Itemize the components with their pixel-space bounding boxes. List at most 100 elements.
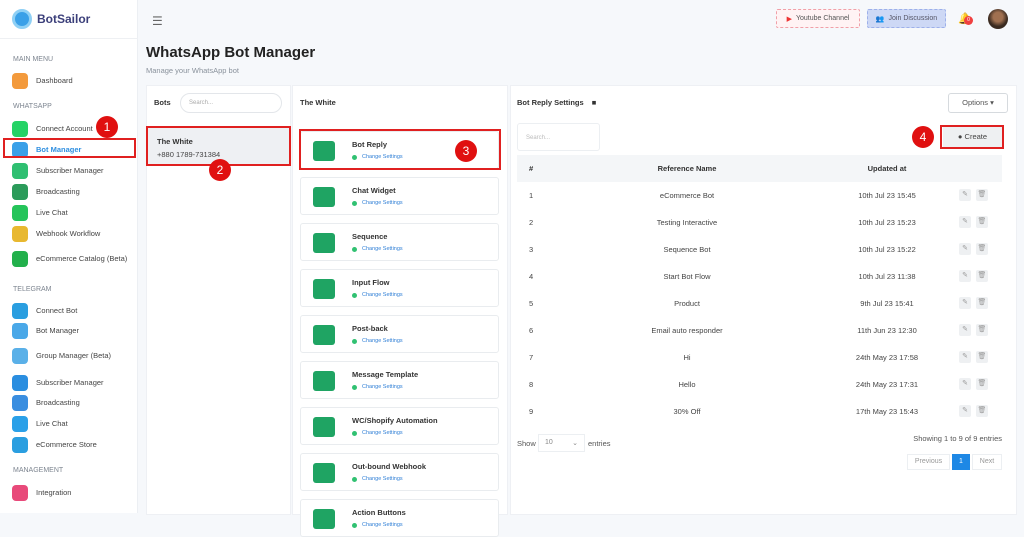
edit-icon[interactable]: ✎	[959, 324, 971, 336]
trash-icon[interactable]: 🗑	[976, 216, 988, 228]
sidebar-section-title: MAIN MENU	[13, 56, 54, 63]
feature-card-sequence[interactable]: Sequence Change Settings	[300, 223, 499, 261]
change-settings-link[interactable]: Change Settings	[352, 292, 403, 298]
col-number[interactable]: #	[529, 155, 533, 182]
sidebar-item-bot-manager[interactable]: Bot Manager	[12, 322, 134, 340]
edit-icon[interactable]: ✎	[959, 297, 971, 309]
settings-title-wrap: Bot Reply Settings ■	[517, 98, 596, 107]
youtube-channel-button[interactable]: ▶ Youtube Channel	[776, 9, 860, 28]
sidebar-item-label: Broadcasting	[36, 398, 80, 407]
menu-item-icon	[12, 226, 28, 242]
bots-search-input[interactable]: Search...	[180, 93, 282, 113]
sidebar-item-label: Connect Bot	[36, 306, 78, 315]
sidebar-item-label: Subscriber Manager	[36, 166, 104, 175]
join-discussion-button[interactable]: 👥 Join Discussion	[867, 9, 946, 28]
change-settings-link[interactable]: Change Settings	[352, 246, 403, 252]
change-settings-link[interactable]: Change Settings	[352, 522, 403, 528]
trash-icon[interactable]: 🗑	[976, 297, 988, 309]
trash-icon[interactable]: 🗑	[976, 324, 988, 336]
brand-logo[interactable]: BotSailor	[12, 9, 90, 29]
feature-card-action-buttons[interactable]: Action Buttons Change Settings	[300, 499, 499, 537]
sidebar-item-live-chat[interactable]: Live Chat	[12, 204, 134, 222]
row-reference-name: Hi	[683, 353, 691, 362]
row-number: 5	[529, 299, 534, 308]
row-updated-at: 10th Jul 23 15:22	[858, 245, 916, 254]
sidebar-item-group-manager-beta[interactable]: Group Manager (Beta)	[12, 343, 134, 369]
sidebar-section-title: TELEGRAM	[13, 286, 52, 293]
change-settings-link[interactable]: Change Settings	[352, 338, 403, 344]
previous-button[interactable]: Previous	[907, 454, 950, 470]
menu-item-icon	[12, 323, 28, 339]
trash-icon[interactable]: 🗑	[976, 243, 988, 255]
edit-icon[interactable]: ✎	[959, 270, 971, 282]
edit-icon[interactable]: ✎	[959, 405, 971, 417]
sidebar-item-broadcasting[interactable]: Broadcasting	[12, 394, 134, 412]
change-settings-label: Change Settings	[362, 384, 403, 390]
col-updated-at[interactable]: Updated at	[837, 155, 937, 182]
edit-icon[interactable]: ✎	[959, 216, 971, 228]
menu-toggle-icon[interactable]: ☰	[152, 14, 163, 28]
entries-select[interactable]: 10 ⌄	[538, 434, 585, 452]
feature-card-post-back[interactable]: Post-back Change Settings	[300, 315, 499, 353]
trash-icon[interactable]: 🗑	[976, 351, 988, 363]
bots-label: Bots	[154, 98, 171, 107]
edit-icon[interactable]: ✎	[959, 243, 971, 255]
change-settings-label: Change Settings	[362, 338, 403, 344]
menu-item-icon	[12, 416, 28, 432]
status-dot	[352, 338, 357, 344]
users-icon: 👥	[875, 15, 885, 23]
sidebar-item-webhook-workflow[interactable]: Webhook Workflow	[12, 225, 134, 243]
avatar[interactable]	[988, 9, 1008, 29]
table-row: 5 Product 9th Jul 23 15:41 ✎ 🗑	[517, 290, 1002, 317]
video-icon[interactable]: ■	[592, 98, 597, 107]
row-number: 3	[529, 245, 534, 254]
row-reference-name: 30% Off	[673, 407, 701, 416]
sidebar-item-connect-bot[interactable]: Connect Bot	[12, 302, 134, 320]
row-number: 8	[529, 380, 534, 389]
sidebar-item-label: eCommerce Catalog (Beta)	[36, 254, 128, 263]
change-settings-link[interactable]: Change Settings	[352, 200, 403, 206]
feature-icon	[313, 325, 335, 345]
change-settings-link[interactable]: Change Settings	[352, 476, 403, 482]
edit-icon[interactable]: ✎	[959, 189, 971, 201]
trash-icon[interactable]: 🗑	[976, 189, 988, 201]
trash-icon[interactable]: 🗑	[976, 378, 988, 390]
row-reference-name: eCommerce Bot	[659, 191, 715, 200]
row-reference-name: Email auto responder	[651, 326, 723, 335]
sidebar-item-broadcasting[interactable]: Broadcasting	[12, 183, 134, 201]
row-number: 4	[529, 272, 534, 281]
annotation-number-1: 1	[96, 116, 118, 138]
col-reference-name[interactable]: Reference Name	[637, 155, 737, 182]
sidebar-item-integration[interactable]: Integration	[12, 484, 134, 502]
sidebar-item-ecommerce-store[interactable]: eCommerce Store	[12, 436, 134, 454]
feature-card-wc-shopify-automation[interactable]: WC/Shopify Automation Change Settings	[300, 407, 499, 445]
options-dropdown[interactable]: Options ▾	[948, 93, 1008, 113]
sidebar-item-subscriber-manager[interactable]: Subscriber Manager	[12, 374, 134, 392]
menu-item-icon	[12, 348, 28, 364]
feature-card-message-template[interactable]: Message Template Change Settings	[300, 361, 499, 399]
status-dot	[352, 476, 357, 482]
feature-card-input-flow[interactable]: Input Flow Change Settings	[300, 269, 499, 307]
sidebar-item-subscriber-manager[interactable]: Subscriber Manager	[12, 162, 134, 180]
sidebar-item-live-chat[interactable]: Live Chat	[12, 415, 134, 433]
trash-icon[interactable]: 🗑	[976, 270, 988, 282]
trash-icon[interactable]: 🗑	[976, 405, 988, 417]
sidebar-item-label: eCommerce Store	[36, 440, 97, 449]
change-settings-link[interactable]: Change Settings	[352, 430, 403, 436]
table-info: Showing 1 to 9 of 9 entries	[913, 434, 1002, 443]
annotation-box-4	[940, 125, 1004, 149]
status-dot	[352, 200, 357, 206]
sidebar-item-label: Group Manager (Beta)	[36, 351, 112, 360]
page-1-button[interactable]: 1	[952, 454, 970, 470]
feature-card-out-bound-webhook[interactable]: Out-bound Webhook Change Settings	[300, 453, 499, 491]
sidebar-item-ecommerce-catalog-beta[interactable]: eCommerce Catalog (Beta)	[12, 246, 134, 272]
feature-card-chat-widget[interactable]: Chat Widget Change Settings	[300, 177, 499, 215]
table-search-input[interactable]: Search...	[517, 123, 600, 151]
change-settings-link[interactable]: Change Settings	[352, 384, 403, 390]
table-row: 3 Sequence Bot 10th Jul 23 15:22 ✎ 🗑	[517, 236, 1002, 263]
edit-icon[interactable]: ✎	[959, 351, 971, 363]
sidebar-item-dashboard[interactable]: Dashboard	[12, 72, 134, 90]
next-button[interactable]: Next	[972, 454, 1002, 470]
row-updated-at: 11th Jun 23 12:30	[857, 326, 917, 335]
edit-icon[interactable]: ✎	[959, 378, 971, 390]
